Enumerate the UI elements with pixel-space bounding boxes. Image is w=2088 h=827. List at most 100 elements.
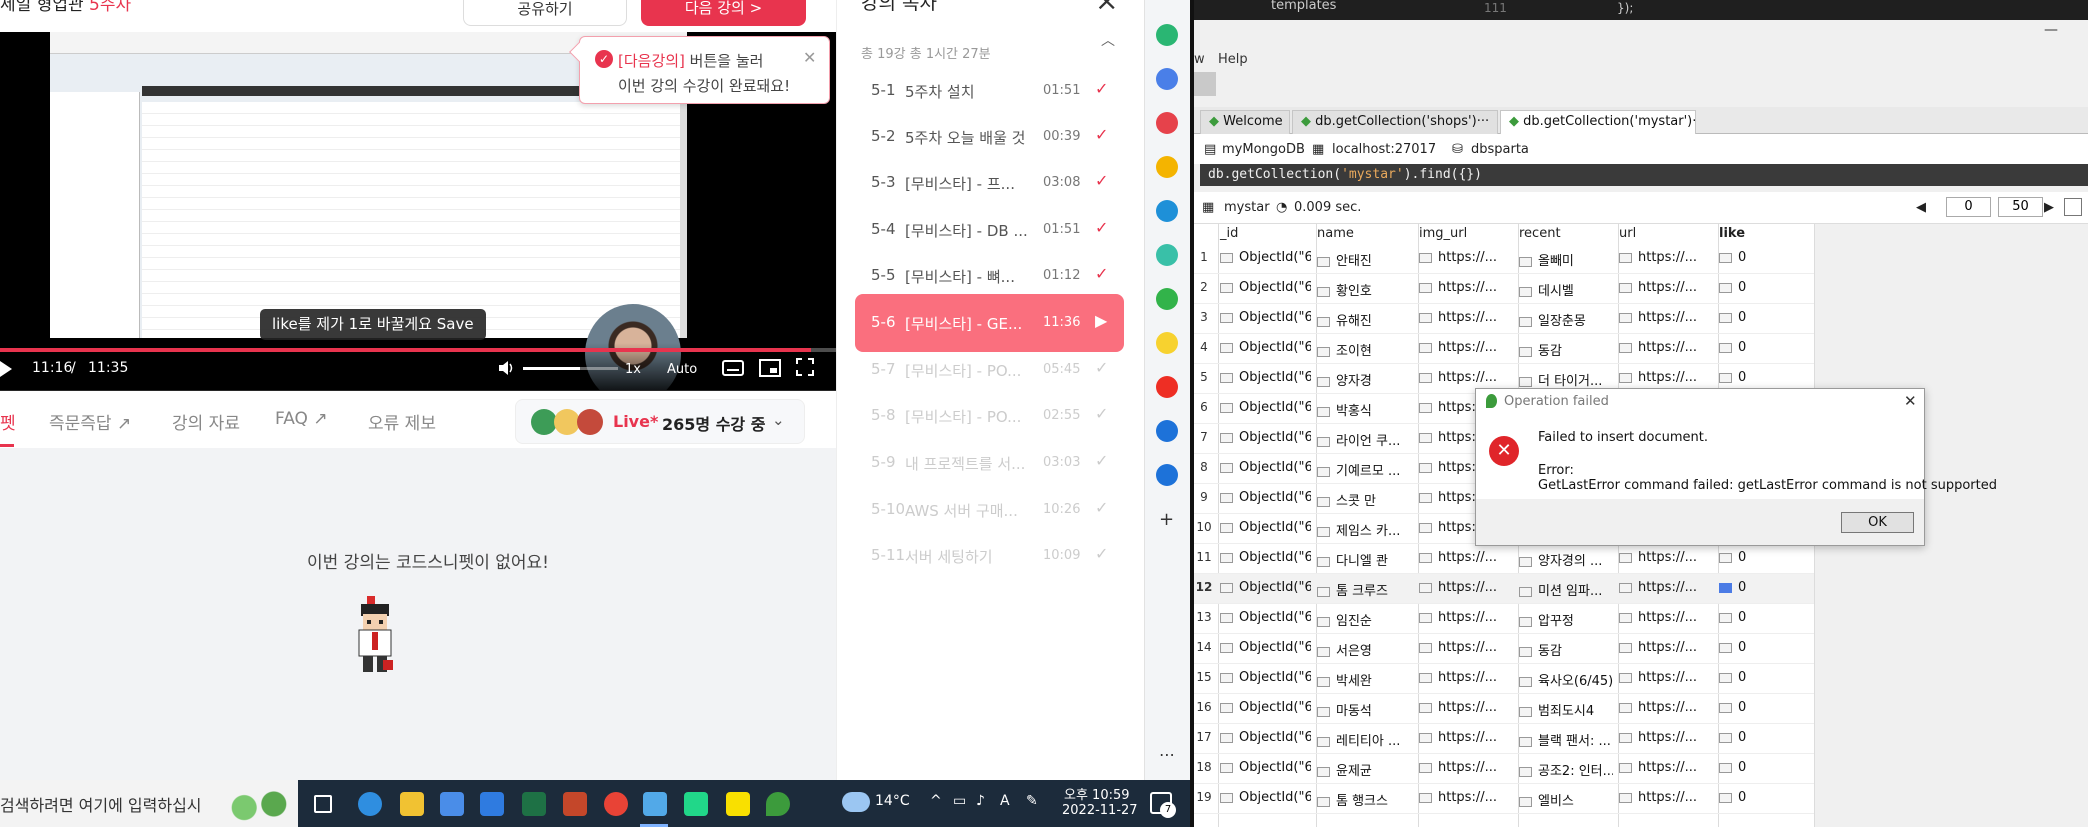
ok-button[interactable]: OK xyxy=(1841,512,1914,533)
table-cell[interactable]: ObjectId("6... xyxy=(1220,490,1311,505)
powerpoint-icon[interactable] xyxy=(563,792,587,816)
share-button[interactable]: 공유하기 xyxy=(463,0,627,26)
page-size-input[interactable]: 50 xyxy=(1998,197,2043,217)
chevron-up-icon[interactable]: ^ xyxy=(930,793,942,809)
query-editor[interactable]: db.getCollection('mystar').find({}) xyxy=(1200,164,2088,186)
table-cell[interactable]: https://... xyxy=(1419,700,1513,715)
table-cell[interactable]: https://... xyxy=(1419,610,1513,625)
cloud-icon[interactable] xyxy=(842,792,870,812)
table-cell[interactable]: ObjectId("6... xyxy=(1220,760,1311,775)
table-cell[interactable]: 데시벨 xyxy=(1519,280,1613,299)
network-icon[interactable]: ▭ xyxy=(953,793,966,809)
weather-temperature[interactable]: 14°C xyxy=(875,793,910,809)
table-row[interactable]: 19 ObjectId("6... 톰 행크스 https://... 엘비스 https… xyxy=(1194,784,1814,814)
table-cell[interactable]: 톰 행크스 xyxy=(1317,790,1413,809)
table-cell[interactable]: ObjectId("6... xyxy=(1220,700,1311,715)
tab-qna[interactable]: 즉문즉답 ↗ xyxy=(49,409,131,434)
table-cell[interactable]: https://... xyxy=(1619,700,1713,715)
table-row[interactable]: 13 ObjectId("6... 임진순 https://... 압꾸정 https:/… xyxy=(1194,604,1814,634)
table-cell[interactable]: ObjectId("6... xyxy=(1220,580,1311,595)
table-cell[interactable]: 0 xyxy=(1719,700,1810,715)
table-cell[interactable]: 일장춘몽 xyxy=(1519,310,1613,329)
table-cell[interactable]: 양자경의 ... xyxy=(1519,550,1613,569)
edge-icon[interactable] xyxy=(358,792,382,816)
table-cell[interactable]: 황인호 xyxy=(1317,280,1413,299)
fullscreen-icon[interactable] xyxy=(796,358,814,376)
more-icon[interactable]: ⋯ xyxy=(1159,745,1175,764)
table-cell[interactable]: 육사오(6/45) xyxy=(1519,670,1613,689)
table-row[interactable]: 15 ObjectId("6... 박세완 https://... 육사오(6/45) h… xyxy=(1194,664,1814,694)
table-cell[interactable]: https://... xyxy=(1419,640,1513,655)
close-icon[interactable]: × xyxy=(1495,114,1497,129)
table-cell[interactable]: https://... xyxy=(1619,760,1713,775)
table-cell[interactable]: https://... xyxy=(1419,760,1513,775)
table-cell[interactable]: ObjectId("6... xyxy=(1220,670,1311,685)
kakaotalk-icon[interactable] xyxy=(726,792,750,816)
table-cell[interactable]: 0 xyxy=(1719,340,1810,355)
table-cell[interactable]: 엘비스 xyxy=(1519,790,1613,809)
table-cell[interactable]: https://... xyxy=(1619,340,1713,355)
table-cell[interactable]: 0 xyxy=(1719,670,1810,685)
table-cell[interactable]: 스콧 만 xyxy=(1317,490,1413,509)
table-cell[interactable]: https://... xyxy=(1619,610,1713,625)
table-row[interactable]: 12 ObjectId("6... 톰 크루즈 https://... 미션 임파...… xyxy=(1194,574,1814,604)
table-cell[interactable]: 조이현 xyxy=(1317,340,1413,359)
table-cell[interactable]: 톰 크루즈 xyxy=(1317,580,1413,599)
robo3t-icon[interactable] xyxy=(766,792,790,816)
table-cell[interactable]: 0 xyxy=(1719,250,1810,265)
table-cell[interactable]: 동감 xyxy=(1519,340,1613,359)
next-lecture-button[interactable]: 다음 강의 > xyxy=(641,0,806,26)
table-cell[interactable]: https://... xyxy=(1619,250,1713,265)
table-cell[interactable]: 0 xyxy=(1719,730,1810,745)
table-cell[interactable]: https://... xyxy=(1619,550,1713,565)
tab-report[interactable]: 오류 제보 xyxy=(368,409,436,434)
table-cell[interactable]: ObjectId("6... xyxy=(1220,310,1311,325)
table-cell[interactable]: https://... xyxy=(1619,730,1713,745)
table-row[interactable]: 17 ObjectId("6... 레티티아 ... https://... 블랙 팬서… xyxy=(1194,724,1814,754)
chevron-up-icon[interactable]: ︿ xyxy=(1101,30,1115,50)
app-icon[interactable] xyxy=(1156,112,1178,134)
column-header[interactable]: like xyxy=(1719,226,1745,246)
app-icon[interactable] xyxy=(1156,376,1178,398)
table-cell[interactable]: https://... xyxy=(1419,790,1513,805)
live-viewers-button[interactable]: Live* 265명 수강 중 ⌄ xyxy=(515,399,805,444)
table-cell[interactable]: 올빼미 xyxy=(1519,250,1613,269)
table-cell[interactable]: ObjectId("6... xyxy=(1220,370,1311,385)
table-cell[interactable]: 유해진 xyxy=(1317,310,1413,329)
table-row[interactable]: 2 ObjectId("6... 황인호 https://... 데시벨 https://… xyxy=(1194,274,1814,304)
close-icon[interactable]: ✕ xyxy=(1904,392,1917,410)
table-cell[interactable]: https://... xyxy=(1419,550,1513,565)
table-cell[interactable]: https://... xyxy=(1619,640,1713,655)
table-cell[interactable]: 0 xyxy=(1719,580,1810,595)
table-cell[interactable]: ObjectId("6... xyxy=(1220,640,1311,655)
pinned-app-icon[interactable] xyxy=(643,792,667,816)
pen-icon[interactable]: ✎ xyxy=(1026,793,1038,809)
task-view-icon[interactable] xyxy=(314,795,332,813)
table-cell[interactable]: 0 xyxy=(1719,550,1810,565)
table-cell[interactable]: https://... xyxy=(1619,370,1713,385)
table-cell[interactable]: ObjectId("6... xyxy=(1220,610,1311,625)
app-icon[interactable] xyxy=(1156,156,1178,178)
table-cell[interactable]: 박홍식 xyxy=(1317,400,1413,419)
table-cell[interactable]: 블랙 팬서: ... xyxy=(1519,730,1613,749)
play-icon[interactable] xyxy=(0,361,12,377)
close-icon[interactable]: × xyxy=(1095,0,1118,17)
previous-page-icon[interactable]: ◀ xyxy=(1916,200,1926,215)
table-cell[interactable]: 안태진 xyxy=(1317,250,1413,269)
table-row[interactable]: 4 ObjectId("6... 조이현 https://... 동감 https://.… xyxy=(1194,334,1814,364)
table-cell[interactable]: ObjectId("6... xyxy=(1220,280,1311,295)
table-cell[interactable]: 공조2: 인터... xyxy=(1519,760,1613,779)
table-cell[interactable]: https://... xyxy=(1419,310,1513,325)
app-icon[interactable] xyxy=(1156,288,1178,310)
table-cell[interactable]: 라이언 쿠... xyxy=(1317,430,1413,449)
tab-snippet[interactable]: 펫 xyxy=(0,409,16,434)
table-cell[interactable]: https://... xyxy=(1419,670,1513,685)
column-header[interactable]: recent xyxy=(1519,226,1561,246)
app-icon[interactable] xyxy=(1156,200,1178,222)
table-cell[interactable]: ObjectId("6... xyxy=(1220,400,1311,415)
table-cell[interactable]: 압꾸정 xyxy=(1519,610,1613,629)
table-cell[interactable]: https://... xyxy=(1619,790,1713,805)
clock-time[interactable]: 오후 10:59 xyxy=(1064,784,1130,803)
app-icon[interactable] xyxy=(1156,244,1178,266)
file-explorer-icon[interactable] xyxy=(400,792,424,816)
